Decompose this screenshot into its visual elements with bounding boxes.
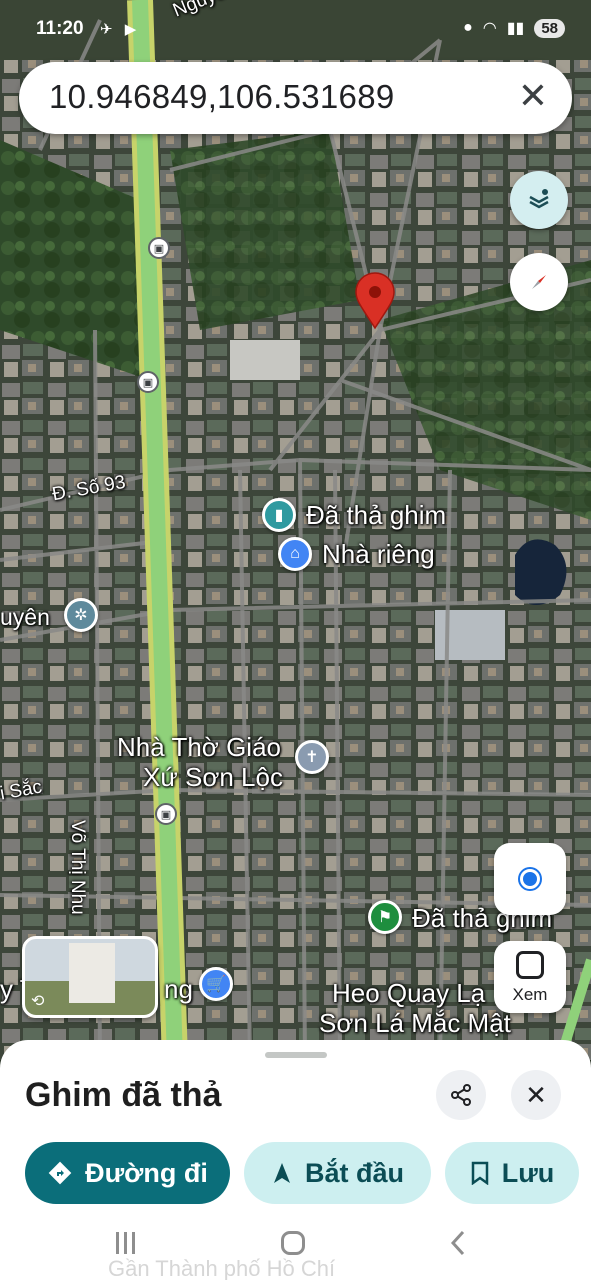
bus-stop-icon[interactable]: ▣ (137, 371, 159, 393)
close-icon[interactable]: ✕ (514, 78, 552, 116)
church-icon[interactable]: ✝ (295, 740, 329, 774)
home-button[interactable] (281, 1231, 305, 1255)
bus-stop-icon[interactable]: ▣ (155, 803, 177, 825)
lens-view-button[interactable]: Xem (494, 941, 566, 1013)
place-label[interactable]: Heo Quay Lạ (332, 978, 485, 1009)
layers-icon (529, 189, 549, 209)
save-button[interactable]: Lưu (445, 1142, 579, 1204)
directions-button[interactable]: Đường đi (25, 1142, 230, 1204)
place-label[interactable]: Nhà riêng (322, 539, 435, 570)
search-bar[interactable]: 10.946849,106.531689 ✕ (19, 62, 572, 134)
navigation-arrow-icon (273, 1163, 290, 1183)
location-dot-icon (520, 869, 540, 889)
battery-indicator: 58 (534, 18, 565, 38)
bookmark-icon (471, 1161, 488, 1185)
system-nav-bar (0, 1215, 591, 1280)
close-sheet-button[interactable]: ✕ (511, 1070, 561, 1120)
status-icons: ● ◠ ▮▮ 58 (463, 18, 565, 38)
flag-icon[interactable]: ⚑ (368, 900, 402, 934)
camera-icon (516, 951, 544, 979)
signal-icon: ▮▮ (506, 20, 525, 37)
share-button[interactable] (436, 1070, 486, 1120)
drag-handle[interactable] (265, 1052, 327, 1058)
xem-label: Xem (512, 985, 548, 1004)
place-label[interactable]: Nhà Thờ Giáo (117, 732, 281, 763)
search-query[interactable]: 10.946849,106.531689 (49, 78, 395, 116)
place-label[interactable]: Sơn Lá Mắc Mật (319, 1008, 511, 1039)
close-icon: ✕ (525, 1079, 547, 1110)
directions-icon (48, 1161, 72, 1185)
place-label[interactable]: Xứ Sơn Lộc (143, 762, 283, 793)
compass-button[interactable] (510, 253, 568, 311)
sheet-title: Ghim đã thả (25, 1076, 222, 1114)
share-icon (451, 1084, 471, 1106)
start-label: Bắt đầu (304, 1157, 404, 1188)
compass-icon (532, 275, 546, 289)
home-icon[interactable]: ⌂ (278, 537, 312, 571)
street-view-thumbnail[interactable]: ⟲ (22, 936, 158, 1018)
place-label: ng (164, 974, 193, 1004)
start-button[interactable]: Bắt đầu (244, 1142, 431, 1204)
directions-label: Đường đi (85, 1157, 208, 1188)
street-label: Võ Thị Nhu (67, 820, 88, 915)
layers-button[interactable] (510, 171, 568, 229)
bus-stop-icon[interactable]: ▣ (148, 237, 170, 259)
rotate-360-icon: ⟲ (31, 993, 45, 1010)
house-image (69, 943, 115, 1003)
clock: 11:20 (36, 18, 84, 39)
place-label[interactable]: Đã thả ghim (306, 500, 446, 531)
shopping-cart-icon[interactable]: 🛒 (199, 967, 233, 1001)
location-icon: ● (463, 19, 473, 36)
back-icon[interactable] (448, 1229, 468, 1257)
wifi-icon: ◠ (482, 20, 497, 37)
recent-apps-button[interactable] (116, 1232, 138, 1254)
temple-icon[interactable]: ✲ (64, 598, 98, 632)
dropped-pin-icon[interactable]: ▮ (262, 498, 296, 532)
my-location-button[interactable] (494, 843, 566, 915)
place-label: uyên (0, 604, 50, 630)
notification-icons: ✈ ▶ (100, 21, 141, 38)
status-bar: 11:20 ✈ ▶ ● ◠ ▮▮ 58 (0, 0, 591, 60)
save-label: Lưu (501, 1157, 555, 1188)
